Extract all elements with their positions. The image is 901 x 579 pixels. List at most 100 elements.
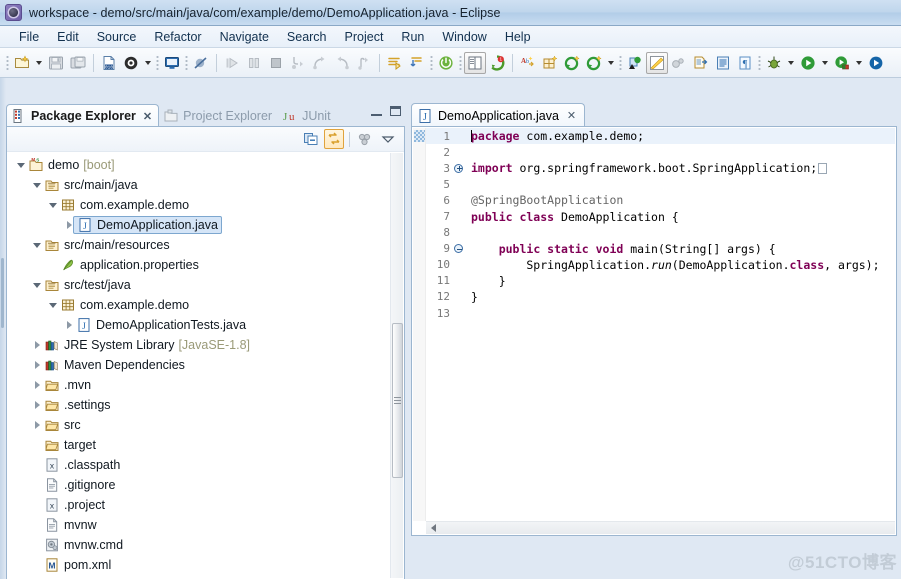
debug-caret[interactable] [785, 52, 797, 74]
save-all-icon[interactable] [67, 52, 89, 74]
menu-search[interactable]: Search [278, 28, 336, 46]
tree-item[interactable]: Maven Dependencies [8, 355, 390, 375]
code-line[interactable]: 8 [426, 225, 895, 241]
new-wizard-icon[interactable] [11, 52, 33, 74]
tree-item[interactable]: src/test/java [8, 275, 390, 295]
save-icon[interactable] [45, 52, 67, 74]
tree-vertical-scrollbar[interactable] [390, 153, 403, 578]
resume-icon[interactable] [221, 52, 243, 74]
tree-item[interactable]: com.example.demo [8, 195, 390, 215]
twisty-collapsed-icon[interactable] [30, 355, 44, 375]
twisty-collapsed-icon[interactable] [62, 315, 76, 335]
search-icon[interactable]: A b [517, 52, 539, 74]
code-line[interactable]: 11 } [426, 273, 895, 289]
terminate-icon[interactable] [265, 52, 287, 74]
pin-editor-icon[interactable] [646, 52, 668, 74]
twisty-collapsed-icon[interactable] [30, 395, 44, 415]
code-editor[interactable]: 1package com.example.demo;23import org.s… [411, 126, 897, 536]
step-over-icon[interactable] [309, 52, 331, 74]
external-caret[interactable] [853, 52, 865, 74]
toggle-mark-occurrences-icon[interactable] [668, 52, 690, 74]
show-whitespace-icon[interactable]: ¶ [734, 52, 756, 74]
run-caret[interactable] [819, 52, 831, 74]
menu-refactor[interactable]: Refactor [145, 28, 210, 46]
tree-item[interactable]: src/main/java [8, 175, 390, 195]
tree-item[interactable]: com.example.demo [8, 295, 390, 315]
tree-item[interactable]: x.classpath [8, 455, 390, 475]
tree-item[interactable]: Mpom.xml [8, 555, 390, 575]
menu-window[interactable]: Window [433, 28, 495, 46]
coverage-icon[interactable] [865, 52, 887, 74]
view-menu-icon[interactable] [355, 129, 375, 149]
spring-boot-icon[interactable] [435, 52, 457, 74]
new-folder-icon[interactable] [561, 52, 583, 74]
previous-annotation-icon[interactable] [406, 52, 428, 74]
tab-project-explorer[interactable]: Project Explorer [159, 104, 278, 127]
last-edit-location-icon[interactable] [583, 52, 605, 74]
source-code[interactable]: 1package com.example.demo;23import org.s… [426, 128, 895, 521]
new-dropdown-caret[interactable] [33, 52, 45, 74]
tree-item[interactable]: JDemoApplicationTests.java [8, 315, 390, 335]
tree-item[interactable]: .gitignore [8, 475, 390, 495]
maximize-icon[interactable] [390, 106, 401, 116]
tree-item[interactable]: src [8, 415, 390, 435]
toolbar-grip[interactable] [6, 55, 9, 71]
close-icon[interactable]: ✕ [567, 109, 576, 122]
new-annotation-icon[interactable] [120, 52, 142, 74]
tree-item[interactable]: MSdemo[boot] [8, 155, 390, 175]
code-line[interactable]: 10 SpringApplication.run(DemoApplication… [426, 257, 895, 273]
scrollbar-thumb[interactable] [392, 323, 403, 478]
back-icon[interactable] [624, 52, 646, 74]
open-type-icon[interactable] [539, 52, 561, 74]
step-return-icon[interactable] [331, 52, 353, 74]
fold-expand-icon[interactable] [452, 164, 465, 173]
project-tree[interactable]: MSdemo[boot]src/main/javacom.example.dem… [8, 153, 390, 578]
toolbar-grip-3[interactable] [185, 55, 188, 71]
editor-marker-gutter[interactable] [413, 128, 426, 521]
toolbar-grip-7[interactable] [758, 55, 761, 71]
minimize-icon[interactable] [371, 107, 382, 116]
twisty-expanded-icon[interactable] [30, 175, 44, 195]
twisty-expanded-icon[interactable] [14, 155, 28, 175]
debug-icon[interactable] [763, 52, 785, 74]
show-view-icon[interactable] [712, 52, 734, 74]
run-icon[interactable] [797, 52, 819, 74]
code-line[interactable]: 9 public static void main(String[] args)… [426, 241, 895, 257]
menu-run[interactable]: Run [392, 28, 433, 46]
tab-package-explorer[interactable]: Package Explorer ✕ [6, 104, 159, 127]
close-icon[interactable]: ✕ [143, 110, 152, 123]
twisty-expanded-icon[interactable] [30, 235, 44, 255]
twisty-expanded-icon[interactable] [46, 195, 60, 215]
run-external-icon[interactable] [831, 52, 853, 74]
folded-region-indicator[interactable] [818, 163, 827, 174]
menu-source[interactable]: Source [88, 28, 146, 46]
tab-demoapplication-java[interactable]: J DemoApplication.java ✕ [411, 103, 585, 127]
toolbar-grip-4[interactable] [430, 55, 433, 71]
tree-item[interactable]: JRE System Library[JavaSE-1.8] [8, 335, 390, 355]
scroll-left-arrow[interactable] [431, 524, 436, 532]
tree-item[interactable]: mvnw [8, 515, 390, 535]
drop-to-frame-icon[interactable] [353, 52, 375, 74]
link-with-editor-icon[interactable] [324, 129, 344, 149]
twisty-collapsed-icon[interactable] [30, 335, 44, 355]
tree-item[interactable]: x.project [8, 495, 390, 515]
new-annotation-caret[interactable] [142, 52, 154, 74]
fold-collapse-icon[interactable] [452, 244, 465, 253]
step-into-icon[interactable] [287, 52, 309, 74]
menu-project[interactable]: Project [336, 28, 393, 46]
toolbar-grip-6[interactable] [619, 55, 622, 71]
twisty-collapsed-icon[interactable] [30, 375, 44, 395]
editor-horizontal-scrollbar[interactable] [426, 521, 895, 534]
menu-file[interactable]: File [10, 28, 48, 46]
skip-breakpoints-icon[interactable] [190, 52, 212, 74]
code-line[interactable]: 2 [426, 144, 895, 160]
open-task-icon[interactable] [464, 52, 486, 74]
open-perspective-icon[interactable] [690, 52, 712, 74]
view-menu-chevron-icon[interactable] [378, 129, 398, 149]
next-annotation-icon[interactable] [384, 52, 406, 74]
open-console-icon[interactable] [161, 52, 183, 74]
code-line[interactable]: 5 [426, 176, 895, 192]
toolbar-grip-2[interactable] [156, 55, 159, 71]
new-java-class-icon[interactable]: 010 [98, 52, 120, 74]
tree-item[interactable]: src/main/resources [8, 235, 390, 255]
